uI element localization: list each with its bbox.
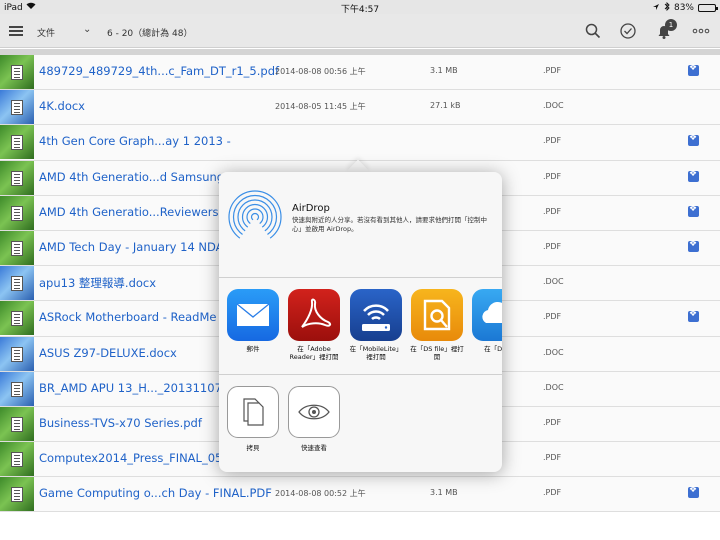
airdrop-description: 快速與附近的人分享。若沒有看到其他人，請要求他們打開「控制中心」並啟用 AirD… [292,216,487,233]
more-options-icon[interactable] [692,22,710,40]
file-date: 2014-08-05 11:45 上午 [275,102,366,112]
document-icon [0,301,34,336]
dropbox-icon [688,239,699,252]
battery-icon [698,4,718,12]
file-name[interactable]: ASRock Motherboard - ReadMe N [39,310,229,324]
share-app-mail[interactable]: 郵件 [225,289,281,353]
ds-file-icon [411,289,463,341]
document-icon [0,266,34,301]
share-action-copy[interactable]: 拷貝 [225,386,281,452]
share-action-label: 拷貝 [246,444,260,452]
file-type: .PDF [543,136,562,146]
adobe-reader-icon [288,289,340,341]
file-type: .DOC [543,277,564,287]
file-type: .PDF [543,206,562,216]
dropbox-icon [688,485,699,499]
share-app-ds-file[interactable]: 在「DS file」裡打開 [409,289,465,361]
share-app-mobilelite[interactable]: 在「MobileLite」裡打開 [348,289,404,361]
file-name[interactable]: AMD Tech Day - January 14 NDA [39,240,224,254]
item-range-label: 6 - 20（總計為 48） [107,29,193,39]
file-row[interactable]: 4K.docx 2014-08-05 11:45 上午 27.1 kB .DOC [0,90,720,126]
share-app-label: 在「DS c [484,345,502,353]
mobilelite-icon [350,289,402,341]
file-name[interactable]: BR_AMD APU 13_H..._201311071 [39,381,229,395]
copy-icon [227,386,279,438]
share-app-adobe-reader[interactable]: 在「Adobe Reader」裡打開 [286,289,342,361]
airdrop-section: AirDrop 快速與附近的人分享。若沒有看到其他人，請要求他們打開「控制中心」… [219,172,502,278]
notification-badge: 1 [665,19,677,31]
file-type: .PDF [543,312,562,322]
file-row[interactable]: Game Computing o...ch Day - FINAL.PDF 201… [0,477,720,513]
file-size: 3.1 MB [430,488,458,498]
chevron-down-icon[interactable]: ⌄ [83,24,91,35]
file-name[interactable]: apu13 整理報導.docx [39,275,156,291]
toolbar: 文件 ⌄ 6 - 20（總計為 48） 1 [0,14,720,48]
file-type: .PDF [543,453,562,463]
file-type: .PDF [543,66,562,75]
document-icon [0,195,34,230]
file-size: 3.1 MB [430,66,458,75]
file-date: 2014-08-08 00:56 上午 [275,67,366,76]
share-app-label: 在「DS file」裡打開 [410,345,464,361]
menu-icon[interactable] [9,26,23,36]
dropbox-icon [688,309,699,323]
file-row[interactable]: 4th Gen Core Graph...ay 1 2013 - .PDF [0,125,720,161]
document-icon [0,90,34,125]
document-icon [0,125,34,160]
share-app-label: 郵件 [246,345,260,353]
select-check-icon[interactable] [619,22,637,40]
share-action-label: 快速查看 [301,444,327,452]
document-icon [0,477,34,512]
share-sheet: AirDrop 快速與附近的人分享。若沒有看到其他人，請要求他們打開「控制中心」… [219,172,502,472]
file-type: .PDF [543,241,562,251]
share-action-quick-look[interactable]: 快速查看 [286,386,342,452]
file-type: .PDF [543,417,562,427]
status-bar: iPad 下午4:57 83% [0,0,720,15]
battery-percent: 83% [673,3,694,13]
document-icon [0,55,34,89]
document-icon [0,442,34,477]
dropbox-icon [688,169,699,182]
share-actions-row: 拷貝 快速查看 [219,376,502,472]
file-type: .DOC [543,382,564,392]
search-icon[interactable] [584,22,602,40]
file-name[interactable]: 489729_489729_4th...c_Fam_DT_r1_5.pdf [39,64,279,78]
file-type: .PDF [543,171,562,181]
file-name[interactable]: 4th Gen Core Graph...ay 1 2013 - [39,134,231,148]
file-name[interactable]: ASUS Z97-DELUXE.docx [39,346,177,360]
file-date: 2014-08-08 00:52 上午 [275,489,366,499]
share-app-label: 在「Adobe Reader」裡打開 [289,345,339,361]
document-icon [0,230,34,265]
location-icon [652,3,660,14]
share-app-ds-cloud[interactable]: 在「DS c [470,289,502,353]
ds-cloud-icon [472,289,502,341]
quick-look-icon [288,386,340,438]
document-icon [0,406,34,441]
file-size: 27.1 kB [430,101,461,111]
file-name[interactable]: AMD 4th Generatio...d Samsung [39,170,224,184]
file-name[interactable]: Game Computing o...ch Day - FINAL.PDF [39,486,272,500]
dropbox-icon [688,133,699,147]
file-type: .PDF [543,488,562,498]
dropbox-icon [688,204,699,217]
share-app-label: 在「MobileLite」裡打開 [349,345,403,361]
file-name[interactable]: Business-TVS-x70 Series.pdf [39,416,202,430]
document-icon [0,160,34,195]
file-type: .DOC [543,101,564,111]
bluetooth-icon [664,1,670,14]
document-icon [0,371,34,406]
mail-icon [227,289,279,341]
dropbox-icon [688,63,699,76]
folder-label[interactable]: 文件 [37,26,55,39]
file-name[interactable]: 4K.docx [39,99,85,113]
document-icon [0,336,34,371]
file-name[interactable]: AMD 4th Generatio...Reviewers G [39,205,231,219]
file-row[interactable]: 489729_489729_4th...c_Fam_DT_r1_5.pdf 201… [0,55,720,91]
file-type: .DOC [543,347,564,357]
airdrop-icon[interactable] [227,189,283,245]
notification-bell-icon[interactable]: 1 [655,19,677,40]
share-apps-row: 郵件 在「Adobe Reader」裡打開 在「MobileLite」裡打開 在… [219,279,502,375]
airdrop-title: AirDrop [292,203,330,214]
